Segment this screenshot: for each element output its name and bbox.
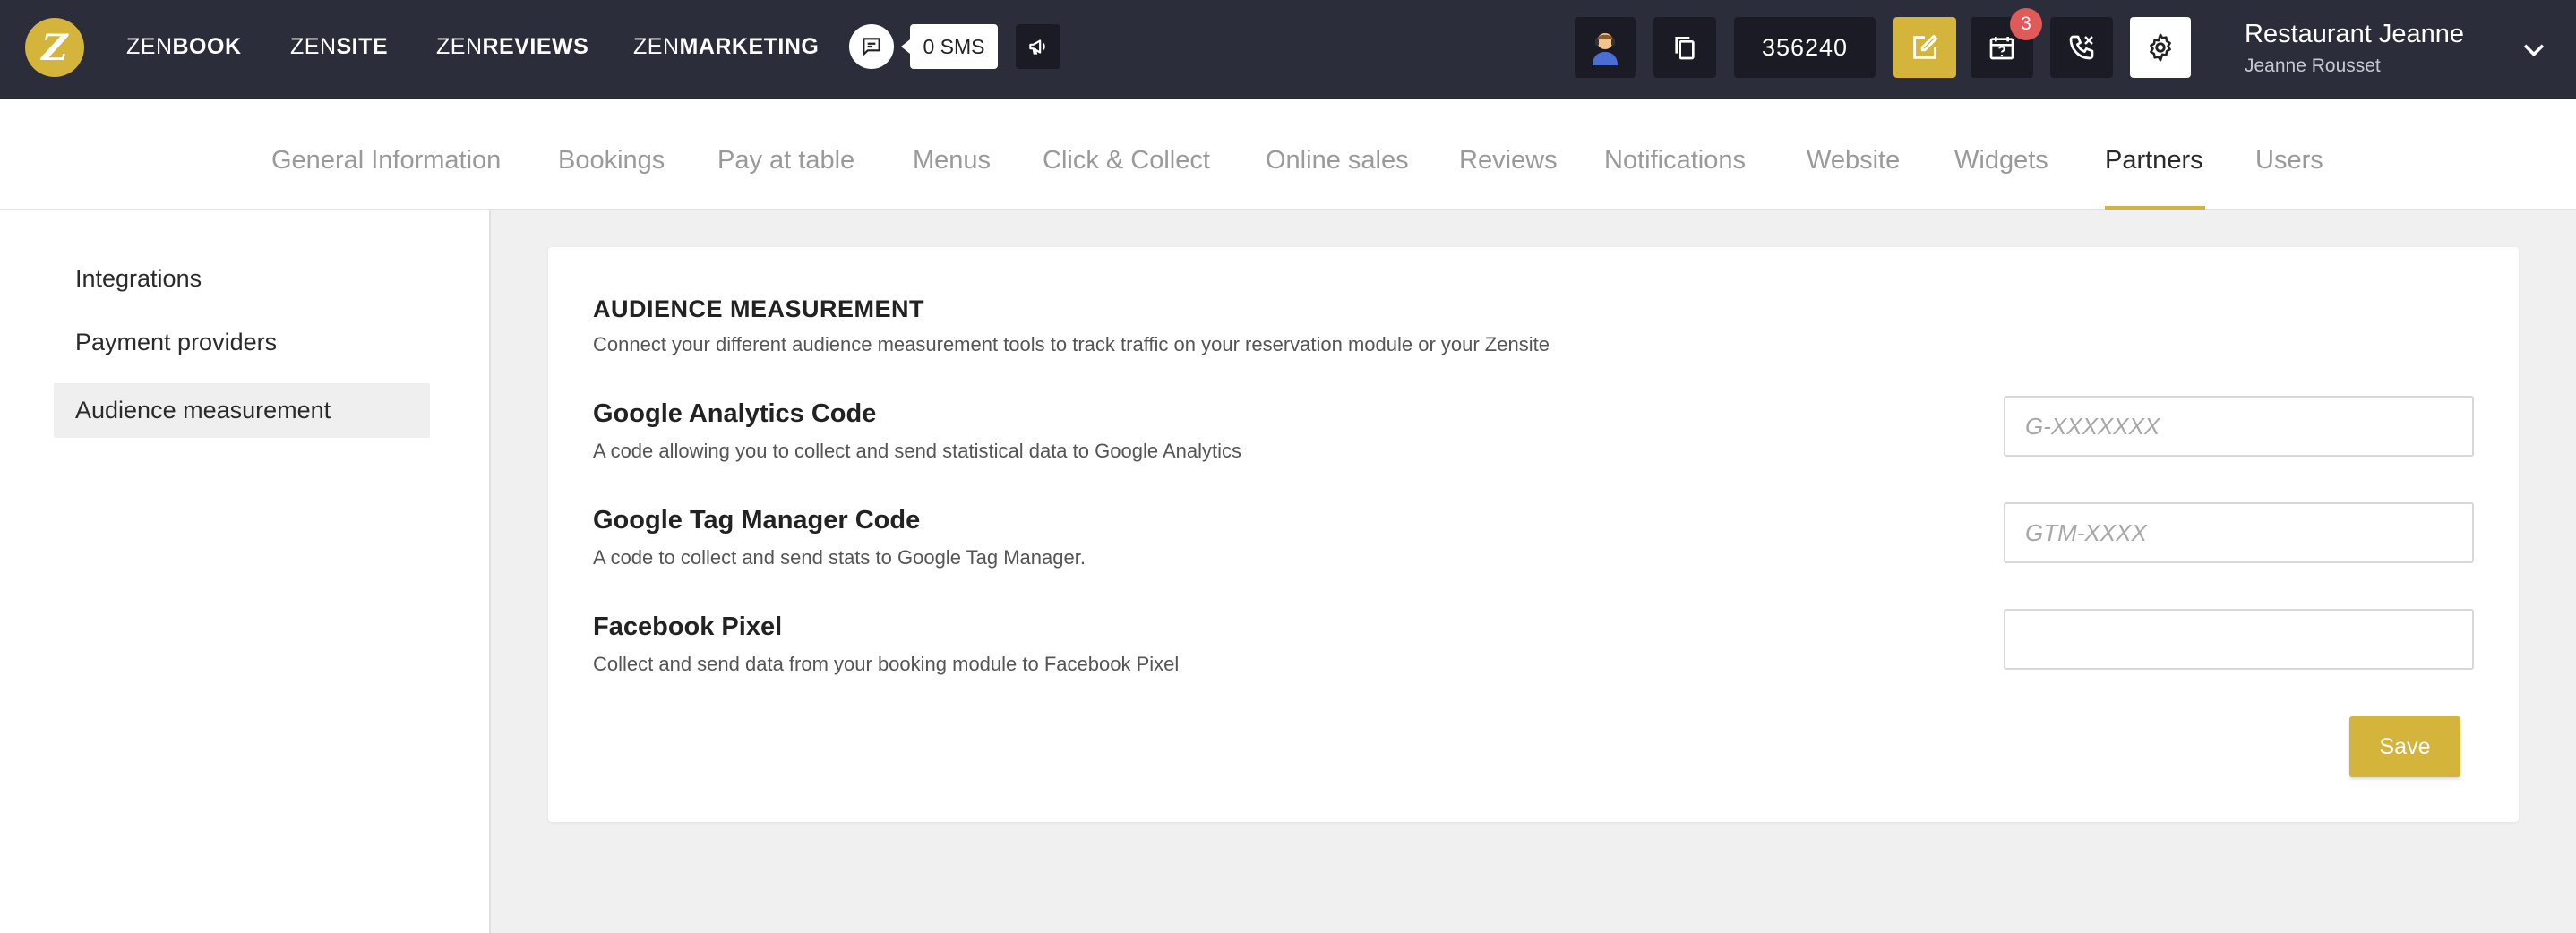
megaphone-icon[interactable] (1016, 24, 1060, 69)
tab-click-collect[interactable]: Click & Collect (1043, 146, 1210, 175)
save-button[interactable]: Save (2349, 716, 2460, 777)
google-analytics-description: A code allowing you to collect and send … (593, 440, 1241, 462)
sms-count-badge: 0 SMS (901, 24, 998, 69)
notification-count-badge: 3 (2010, 8, 2042, 40)
active-tab-indicator (2105, 206, 2205, 210)
tab-bookings[interactable]: Bookings (558, 146, 665, 175)
sidebar-item-integrations[interactable]: Integrations (54, 252, 430, 306)
support-agent-icon[interactable] (1575, 17, 1636, 78)
restaurant-name[interactable]: Restaurant Jeanne (2245, 20, 2464, 49)
tab-menus[interactable]: Menus (913, 146, 991, 175)
audience-measurement-card: AUDIENCE MEASUREMENT Connect your differ… (548, 247, 2519, 822)
logo-letter: Z (41, 26, 68, 69)
product-link-zenreviews[interactable]: ZENREVIEWS (436, 34, 588, 60)
chevron-down-icon[interactable] (2519, 34, 2549, 64)
tab-online-sales[interactable]: Online sales (1266, 146, 1409, 175)
google-analytics-input[interactable] (2004, 396, 2474, 457)
product-link-zenmarketing[interactable]: ZENMARKETING (633, 34, 819, 60)
zenchef-logo[interactable]: Z (25, 18, 84, 77)
facebook-pixel-input[interactable] (2004, 609, 2474, 670)
facebook-pixel-description: Collect and send data from your booking … (593, 653, 1180, 675)
tab-reviews[interactable]: Reviews (1459, 146, 1558, 175)
google-analytics-label: Google Analytics Code (593, 399, 877, 428)
section-description: Connect your different audience measurem… (593, 333, 1550, 355)
top-navigation-bar: Z ZENBOOK ZENSITE ZENREVIEWS ZENMARKETIN… (0, 0, 2576, 99)
google-tag-manager-description: A code to collect and send stats to Goog… (593, 546, 1086, 569)
tab-general-information[interactable]: General Information (271, 146, 501, 175)
google-tag-manager-label: Google Tag Manager Code (593, 506, 921, 535)
sidebar-item-payment-providers[interactable]: Payment providers (54, 315, 430, 370)
restaurant-code: 356240 (1761, 33, 1849, 61)
settings-tab-bar: General Information Bookings Pay at tabl… (0, 99, 2576, 210)
phone-icon[interactable] (2050, 17, 2113, 78)
copy-icon[interactable] (1653, 17, 1716, 78)
product-link-zensite[interactable]: ZENSITE (290, 34, 388, 60)
google-tag-manager-input[interactable] (2004, 502, 2474, 563)
sidebar-item-audience-measurement[interactable]: Audience measurement (54, 383, 430, 438)
section-title: AUDIENCE MEASUREMENT (593, 295, 925, 322)
tab-partners[interactable]: Partners (2105, 146, 2203, 175)
restaurant-code-display: 356240 (1734, 17, 1876, 78)
tab-website[interactable]: Website (1807, 146, 1900, 175)
tab-pay-at-table[interactable]: Pay at table (717, 146, 854, 175)
tab-users[interactable]: Users (2255, 146, 2323, 175)
tab-widgets[interactable]: Widgets (1954, 146, 2048, 175)
chat-icon[interactable] (849, 24, 894, 69)
partners-sidebar: Integrations Payment providers Audience … (0, 210, 491, 933)
tab-notifications[interactable]: Notifications (1604, 146, 1746, 175)
user-name: Jeanne Rousset (2245, 56, 2381, 76)
product-link-zenbook[interactable]: ZENBOOK (126, 34, 242, 60)
facebook-pixel-label: Facebook Pixel (593, 612, 783, 641)
gear-icon[interactable] (2130, 17, 2191, 78)
edit-icon[interactable] (1893, 17, 1956, 78)
